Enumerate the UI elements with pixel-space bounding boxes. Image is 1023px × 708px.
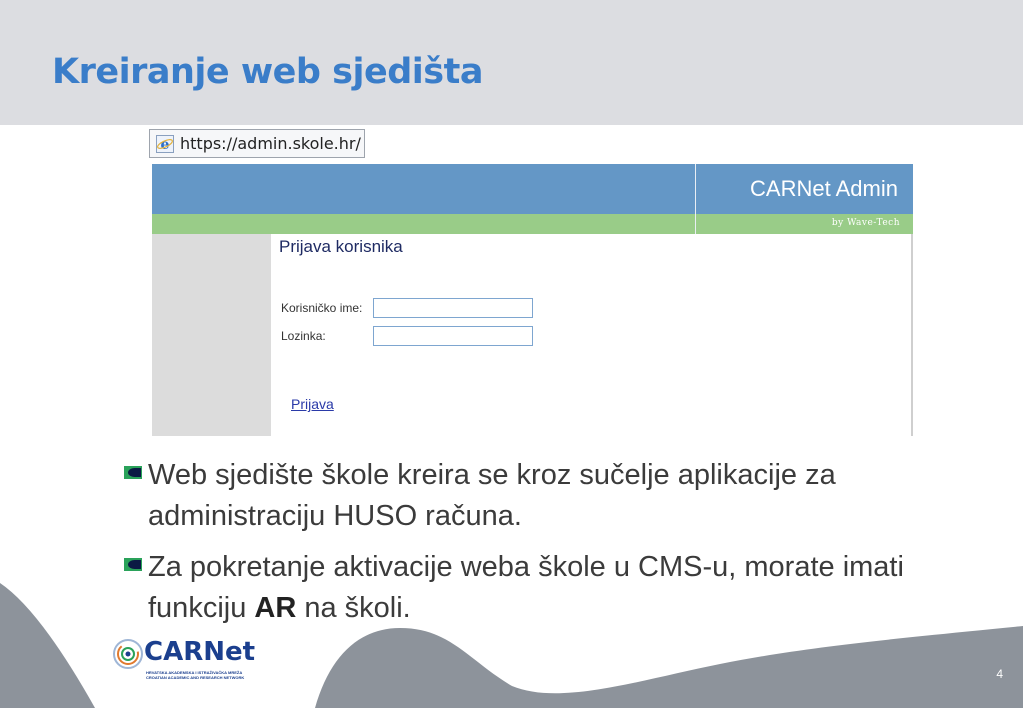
- carnet-logo-subtitle: HRVATSKA AKADEMSKA I ISTRAŽIVAČKA MREŽA …: [146, 670, 266, 680]
- logo-subtitle-line-2: CROATIAN ACADEMIC AND RESEARCH NETWORK: [146, 675, 245, 680]
- carnet-logo-text: CARNet: [144, 637, 256, 667]
- carnet-logo: CARNet HRVATSKA AKADEMSKA I ISTRAŽIVAČKA…: [112, 637, 256, 680]
- carnet-logo-icon: [113, 639, 143, 669]
- page-number: 4: [996, 667, 1003, 681]
- bottom-decoration: [0, 583, 1023, 708]
